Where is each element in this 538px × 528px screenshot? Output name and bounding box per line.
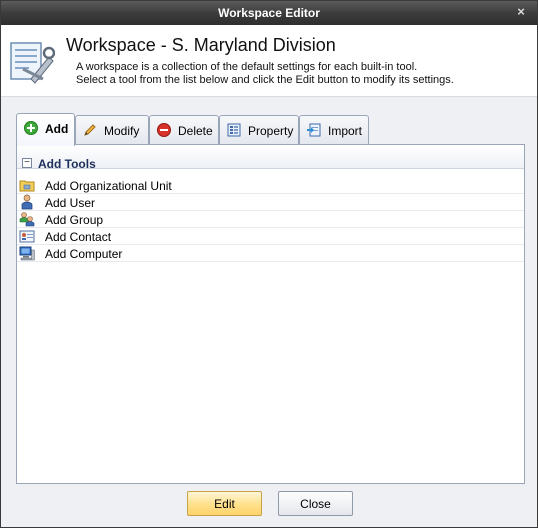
workspace-editor-window: Workspace Editor × Workspace - S. Maryla…	[0, 0, 538, 528]
group-label: Add Tools	[38, 157, 96, 171]
tab-add[interactable]: Add	[16, 113, 75, 146]
organizational-unit-icon	[19, 180, 35, 192]
close-button[interactable]: Close	[278, 491, 353, 516]
header-banner: Workspace - S. Maryland Division A works…	[1, 25, 537, 97]
tab-import[interactable]: Import	[299, 115, 369, 145]
tab-import-label: Import	[328, 124, 363, 138]
tools-list: Add Organizational Unit Add User Add Gro…	[17, 177, 524, 262]
edit-button[interactable]: Edit	[187, 491, 262, 516]
pencil-icon	[84, 124, 96, 136]
contact-card-icon	[19, 230, 35, 243]
list-item-label: Add Organizational Unit	[45, 179, 172, 193]
list-item[interactable]: Add Group	[17, 211, 524, 228]
header-description: A workspace is a collection of the defau…	[76, 61, 526, 87]
list-item[interactable]: Add User	[17, 194, 524, 211]
description-line-1: A workspace is a collection of the defau…	[76, 61, 418, 73]
user-icon	[21, 194, 33, 210]
add-plus-icon	[24, 121, 38, 135]
page-title: Workspace - S. Maryland Division	[66, 35, 336, 55]
title-bar[interactable]: Workspace Editor ×	[1, 1, 537, 25]
tab-property-label: Property	[248, 124, 294, 138]
workspace-tools-icon	[10, 42, 55, 84]
list-item[interactable]: Add Organizational Unit	[17, 177, 524, 194]
computer-icon	[19, 246, 35, 261]
group-icon	[19, 212, 35, 227]
window-title: Workspace Editor	[218, 6, 320, 20]
list-item-label: Add User	[45, 196, 96, 210]
list-item-label: Add Contact	[45, 230, 112, 244]
property-sheet-icon	[227, 123, 241, 137]
tab-delete-label: Delete	[178, 124, 213, 138]
close-window-icon[interactable]: ×	[513, 4, 529, 20]
description-line-2: Select a tool from the list below and cl…	[76, 74, 454, 86]
import-icon	[307, 123, 321, 137]
tab-add-label: Add	[45, 122, 69, 136]
delete-minus-icon	[157, 123, 171, 137]
list-item-label: Add Group	[45, 213, 104, 227]
list-item[interactable]: Add Computer	[17, 245, 524, 262]
tab-property[interactable]: Property	[219, 115, 299, 145]
list-item-label: Add Computer	[45, 247, 123, 261]
collapse-toggle-icon[interactable]: −	[22, 158, 32, 168]
tab-modify[interactable]: Modify	[75, 115, 149, 145]
list-item[interactable]: Add Contact	[17, 228, 524, 245]
tab-modify-label: Modify	[104, 124, 140, 138]
tab-delete[interactable]: Delete	[149, 115, 219, 145]
group-header-add-tools[interactable]: − Add Tools	[17, 145, 524, 171]
tools-panel: − Add Tools Add Organizational Unit Add …	[16, 144, 525, 484]
